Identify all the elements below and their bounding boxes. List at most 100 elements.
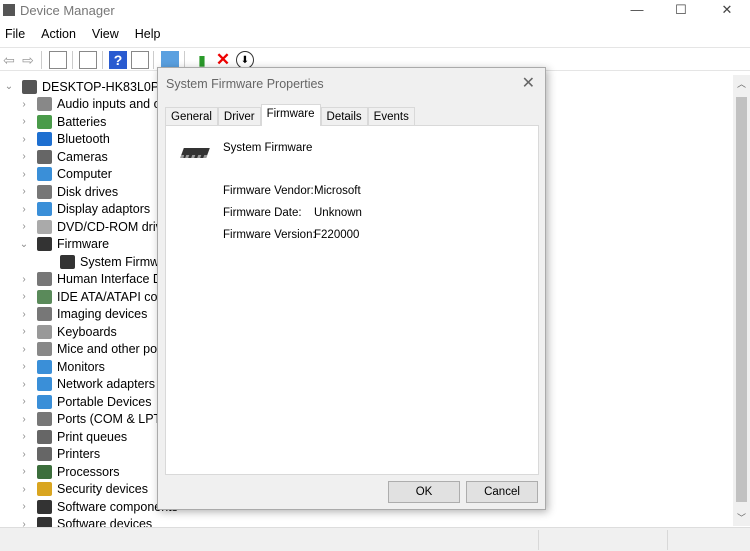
scrollbar-thumb[interactable] (736, 97, 747, 502)
ok-button[interactable]: OK (388, 481, 460, 503)
help-icon[interactable]: ? (109, 51, 127, 69)
tree-item[interactable]: › Human Interface Dev (19, 271, 175, 288)
device-category-icon (37, 202, 52, 216)
tree-item-label: Display adaptors (57, 202, 151, 216)
menu-file[interactable]: File (0, 27, 30, 45)
tree-item[interactable]: › Monitors (19, 358, 105, 375)
action-pane-icon[interactable] (131, 51, 149, 69)
version-label: Firmware Version: (223, 229, 316, 241)
menu-view[interactable]: View (87, 27, 124, 45)
tree-item-label: Mice and other poin (57, 342, 167, 356)
tree-item[interactable]: › Display adaptors (19, 201, 150, 218)
forward-icon[interactable]: ⇨ (19, 51, 37, 69)
computer-icon (22, 79, 37, 94)
chevron-right-icon[interactable]: › (19, 449, 29, 460)
chevron-right-icon[interactable]: › (19, 326, 29, 337)
device-category-icon (37, 114, 52, 129)
tree-item[interactable]: › Portable Devices (19, 393, 152, 410)
close-button[interactable]: ✕ (704, 0, 750, 22)
maximize-button[interactable]: ☐ (658, 0, 704, 22)
scroll-down-icon[interactable]: ﹀ (733, 511, 750, 524)
window-title: Device Manager (20, 3, 115, 18)
chevron-right-icon[interactable]: › (19, 221, 29, 232)
chevron-down-icon[interactable]: ⌄ (4, 81, 14, 92)
tree-item-label: Audio inputs and ou (57, 97, 168, 111)
device-name: System Firmware (223, 142, 313, 154)
chevron-right-icon[interactable]: › (19, 431, 29, 442)
device-category-icon (37, 447, 52, 461)
device-category-icon (37, 307, 52, 321)
vendor-label: Firmware Vendor: (223, 185, 314, 197)
tab-firmware[interactable]: Firmware (260, 104, 321, 126)
tree-item[interactable]: › Computer (19, 166, 112, 183)
tree-item-label: Monitors (57, 359, 105, 374)
chevron-right-icon[interactable]: › (19, 291, 29, 302)
tree-item[interactable]: ⌄ Firmware (19, 236, 109, 253)
chevron-right-icon[interactable]: › (19, 379, 29, 390)
chevron-right-icon[interactable]: › (19, 151, 29, 162)
dialog-close-button[interactable]: ✕ (522, 73, 535, 93)
chevron-right-icon[interactable]: › (19, 344, 29, 355)
date-value: Unknown (314, 207, 362, 219)
cancel-button[interactable]: Cancel (466, 481, 538, 503)
minimize-button[interactable]: — (614, 0, 660, 22)
tree-item[interactable]: › Mice and other poin (19, 341, 167, 358)
tree-item[interactable]: › Keyboards (19, 323, 117, 340)
device-category-icon (37, 359, 52, 374)
tree-item[interactable]: › Print queues (19, 428, 127, 445)
chevron-right-icon[interactable]: › (19, 414, 29, 425)
tab-driver[interactable]: Driver (217, 107, 261, 126)
tree-item[interactable]: › Ports (COM & LPT) (19, 411, 165, 428)
tree-item[interactable]: › Disk drives (19, 183, 118, 200)
chevron-right-icon[interactable]: › (19, 396, 29, 407)
back-icon[interactable]: ⇦ (0, 51, 18, 69)
chevron-right-icon[interactable]: › (19, 116, 29, 127)
tree-item[interactable]: › IDE ATA/ATAPI contro (19, 288, 179, 305)
vertical-scrollbar[interactable]: ︿ ﹀ (733, 75, 750, 526)
vendor-value: Microsoft (314, 185, 361, 197)
tree-item[interactable]: › Security devices (19, 481, 148, 498)
status-bar (0, 527, 750, 551)
menu-action[interactable]: Action (36, 27, 81, 45)
show-hide-console-tree-icon[interactable] (49, 51, 67, 69)
chevron-right-icon[interactable]: › (19, 169, 29, 180)
chevron-down-icon[interactable]: ⌄ (19, 239, 29, 250)
version-value: F220000 (314, 229, 360, 241)
chevron-right-icon[interactable]: › (19, 466, 29, 477)
chevron-right-icon[interactable]: › (19, 99, 29, 110)
device-category-icon (37, 219, 52, 234)
tab-events[interactable]: Events (367, 107, 415, 126)
device-category-icon (37, 184, 52, 199)
tree-item[interactable]: › Network adapters (19, 376, 155, 393)
tree-root[interactable]: ⌄ DESKTOP-HK83L0P (4, 78, 159, 95)
tree-item[interactable]: › Audio inputs and ou (19, 96, 168, 113)
chevron-right-icon[interactable]: › (19, 361, 29, 372)
chevron-right-icon[interactable]: › (19, 484, 29, 495)
tree-item[interactable]: › Imaging devices (19, 306, 147, 323)
tree-item[interactable]: › Cameras (19, 148, 108, 165)
tree-item[interactable]: › Printers (19, 446, 100, 463)
chevron-right-icon[interactable]: › (19, 134, 29, 145)
tree-item-label: Printers (57, 447, 101, 461)
chevron-right-icon[interactable]: › (19, 186, 29, 197)
chip-icon (180, 148, 210, 158)
tree-item[interactable]: › Batteries (19, 113, 106, 130)
chevron-right-icon[interactable]: › (19, 309, 29, 320)
properties-icon[interactable] (79, 51, 97, 69)
tree-item[interactable]: › Software components (19, 498, 178, 515)
chevron-right-icon[interactable]: › (19, 501, 29, 512)
scroll-up-icon[interactable]: ︿ (733, 77, 750, 90)
separator (102, 51, 103, 69)
device-category-icon (37, 289, 52, 304)
tree-item[interactable]: › Bluetooth (19, 131, 110, 148)
tab-details[interactable]: Details (320, 107, 368, 126)
tab-general[interactable]: General (165, 107, 218, 126)
menu-bar: File Action View Help (0, 27, 172, 45)
menu-help[interactable]: Help (130, 27, 166, 45)
chevron-right-icon[interactable]: › (19, 274, 29, 285)
tree-item[interactable]: › DVD/CD-ROM drives (19, 218, 175, 235)
status-divider (538, 530, 539, 550)
tree-item-label: Disk drives (57, 184, 119, 199)
tree-item[interactable]: › Processors (19, 463, 120, 480)
chevron-right-icon[interactable]: › (19, 204, 29, 215)
